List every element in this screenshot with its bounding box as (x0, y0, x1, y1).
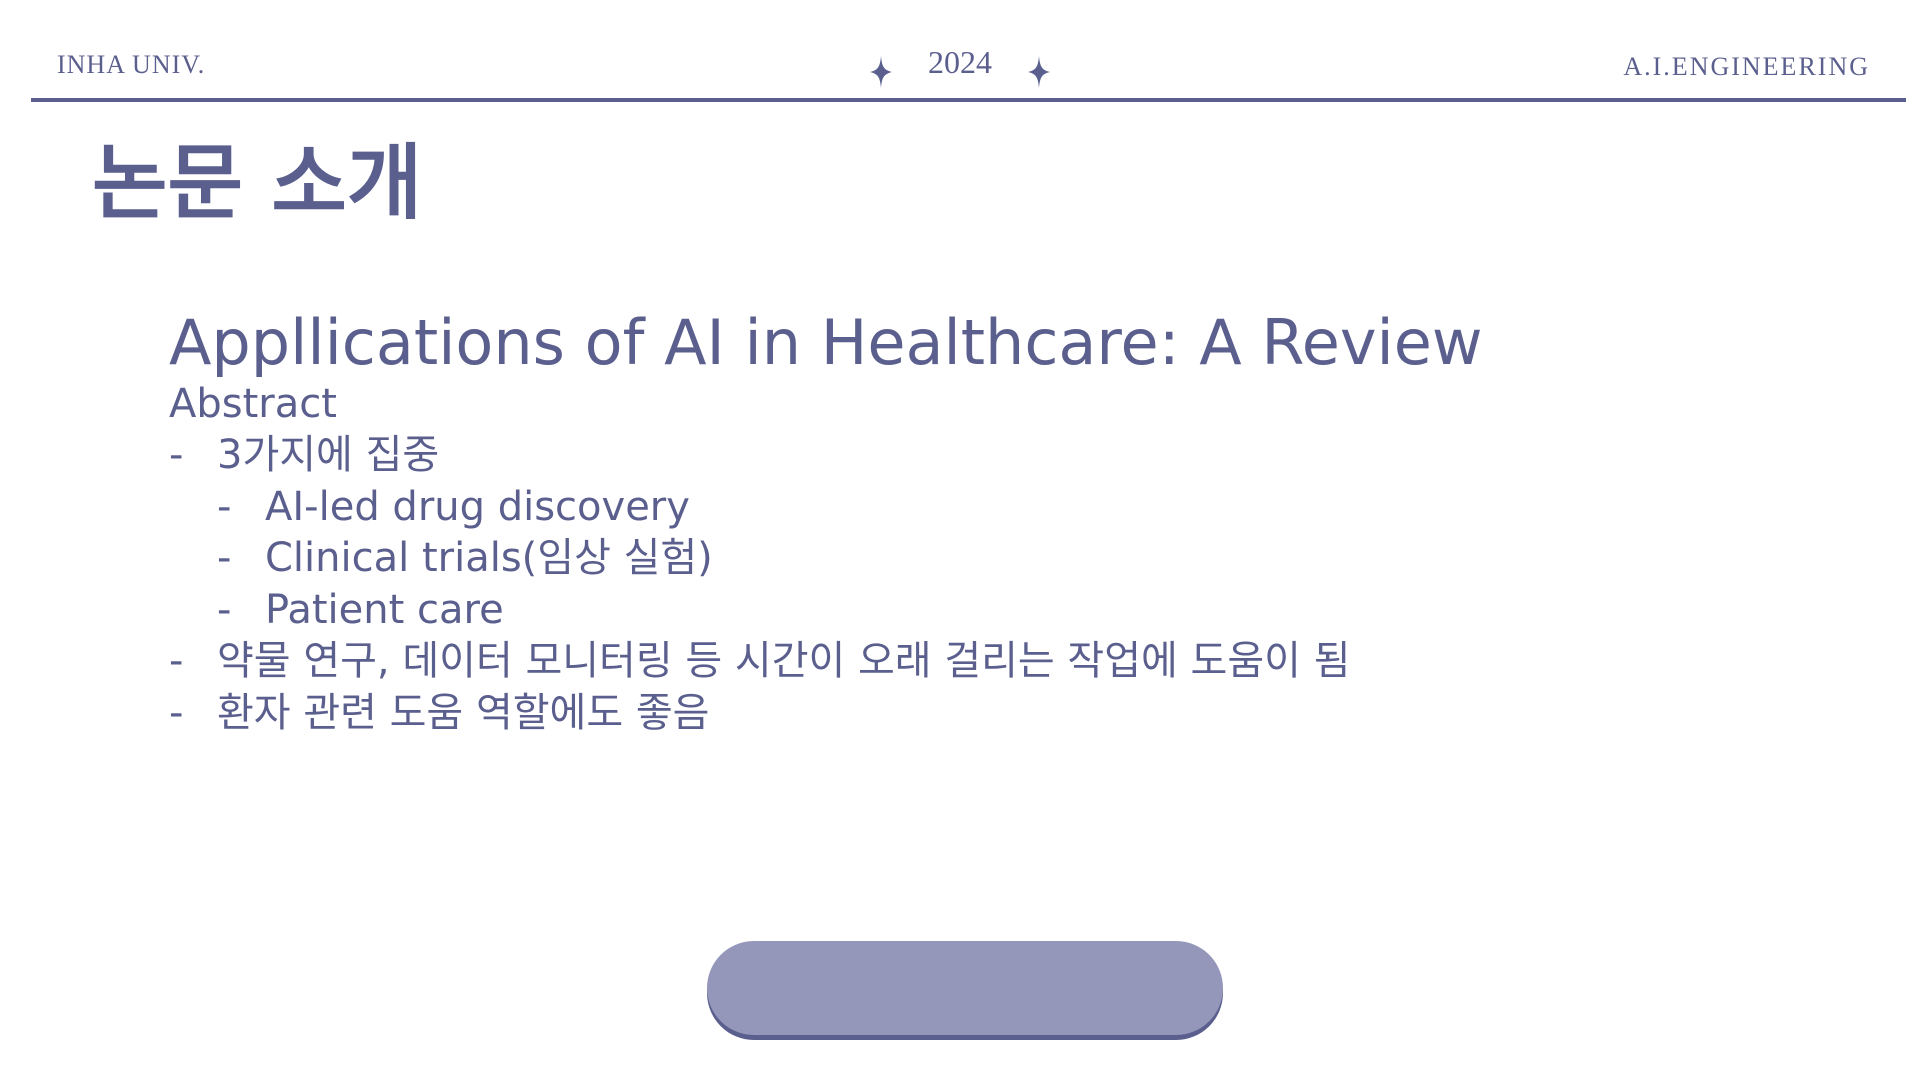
sub-bullet-item: - Clinical trials(임상 실험) (169, 533, 1483, 585)
sub-bullet-item: - Patient care (169, 585, 1483, 637)
sparkle-icon (870, 55, 892, 88)
decorative-pill (707, 941, 1223, 1035)
bullet-text: Patient care (265, 586, 504, 633)
bullet-marker: - (217, 483, 232, 530)
sub-bullet-item: - AI-led drug discovery (169, 482, 1483, 534)
bullet-item: -3가지에 집중 (169, 430, 1483, 482)
bullet-item: - 환자 관련 도움 역할에도 좋음 (169, 688, 1483, 740)
header-divider (31, 98, 1906, 102)
abstract-label: Abstract (169, 381, 337, 427)
bullet-text: 약물 연구, 데이터 모니터링 등 시간이 오래 걸리는 작업에 도움이 됨 (217, 638, 1351, 684)
paper-title: Appllications of AI in Healthcare: A Rev… (169, 306, 1483, 379)
header-department: A.I.ENGINEERING (1623, 52, 1870, 81)
bullet-text: Clinical trials(임상 실험) (265, 535, 713, 581)
bullet-text: 환자 관련 도움 역할에도 좋음 (217, 689, 710, 736)
header-year: 2024 (928, 44, 992, 80)
page-title: 논문 소개 (92, 136, 423, 231)
bullet-text: AI-led drug discovery (265, 483, 690, 530)
bullet-marker: - (169, 432, 184, 478)
bullet-marker: - (217, 535, 232, 581)
bullet-marker: - (169, 689, 184, 736)
slide-content: Appllications of AI in Healthcare: A Rev… (169, 306, 1483, 739)
bullet-marker: - (217, 586, 232, 633)
bullet-item: - 약물 연구, 데이터 모니터링 등 시간이 오래 걸리는 작업에 도움이 됨 (169, 636, 1483, 688)
bullet-marker: - (169, 638, 184, 684)
sparkle-icon (1028, 55, 1050, 88)
bullet-text: 3가지에 집중 (217, 432, 440, 478)
